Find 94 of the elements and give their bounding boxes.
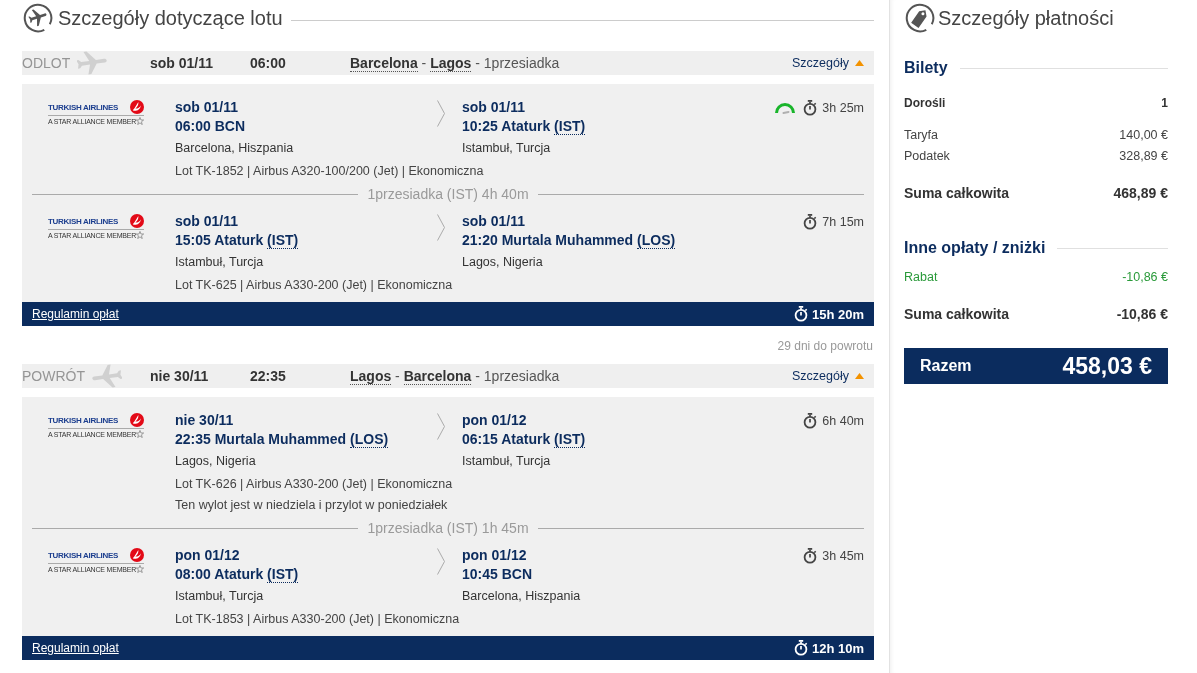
- star-icon: [136, 117, 144, 125]
- subtotal-label: Suma całkowita: [904, 184, 1010, 203]
- journey-label: POWRÓT: [22, 368, 85, 384]
- chevron-right-icon: [437, 100, 445, 127]
- journey-label: ODLOT: [22, 55, 71, 71]
- price-tag-icon: [905, 3, 935, 33]
- journey-route: Lagos - Barcelona - 1przesiadka: [350, 368, 561, 384]
- chevron-right-icon: [437, 214, 445, 241]
- grand-total-label: Razem: [920, 357, 972, 375]
- airplane-circle-icon: [23, 3, 53, 33]
- airline-name: TURKISH AIRLINES: [48, 550, 119, 560]
- fee-amount: 328,89 €: [1119, 148, 1168, 165]
- airline-emblem-icon: [130, 548, 144, 562]
- journey-date: nie 30/11: [150, 368, 210, 384]
- star-icon: [136, 565, 144, 573]
- airplane-icon: [92, 364, 122, 388]
- departure-time-airport: 08:00 Ataturk (IST): [175, 565, 300, 584]
- journey-route: Barcelona - Lagos - 1przesiadka: [350, 55, 561, 71]
- segment-duration: 3h 45m: [822, 548, 864, 563]
- stopwatch-icon: [793, 640, 808, 656]
- arrival-time-airport: 21:20 Murtala Muhammed (LOS): [462, 231, 677, 250]
- airline-name: TURKISH AIRLINES: [48, 415, 119, 425]
- journey-time: 06:00: [250, 55, 287, 71]
- fare-rules-link[interactable]: Regulamin opłat: [32, 641, 119, 655]
- airline-emblem-icon: [130, 214, 144, 228]
- section-title: Szczegóły dotyczące lotu: [58, 6, 283, 30]
- chevron-right-icon: [437, 413, 445, 440]
- discount-amount: -10,86 €: [1122, 269, 1168, 286]
- flight-info: Lot TK-1852 | Airbus A320-100/200 (Jet) | Ekonomiczna: [175, 163, 485, 180]
- departure-date: pon 01/12: [175, 546, 241, 565]
- stopwatch-icon: [793, 306, 808, 322]
- departure-date: nie 30/11: [175, 411, 235, 430]
- grand-total-amount: 458,03 €: [1062, 352, 1152, 380]
- layover-info: 1przesiadka (IST) 4h 40m: [366, 186, 530, 202]
- fare-rules-link[interactable]: Regulamin opłat: [32, 307, 119, 321]
- departure-time-airport: 15:05 Ataturk (IST): [175, 231, 300, 250]
- departure-time-airport: 06:00 BCN: [175, 117, 247, 136]
- arrival-city: Barcelona, Hiszpania: [462, 588, 582, 605]
- fee-label: Podatek: [904, 148, 950, 165]
- arrival-date: pon 01/12: [462, 411, 528, 430]
- arrival-time-airport: 10:25 Ataturk (IST): [462, 117, 587, 136]
- stopwatch-icon: [803, 99, 818, 116]
- section-title: Szczegóły płatności: [938, 6, 1114, 30]
- subtotal-amount: -10,86 €: [1116, 305, 1168, 324]
- stopwatch-icon: [803, 213, 818, 230]
- departure-city: Istambuł, Turcja: [175, 254, 265, 271]
- star-icon: [136, 430, 144, 438]
- arrival-time-airport: 10:45 BCN: [462, 565, 534, 584]
- segment-duration: 7h 15m: [822, 214, 864, 229]
- flight-info: Lot TK-625 | Airbus A330-200 (Jet) | Ekonomiczna: [175, 277, 454, 294]
- total-duration: 15h 20m: [811, 306, 864, 322]
- star-icon: [136, 231, 144, 239]
- arrival-city: Lagos, Nigeria: [462, 254, 544, 271]
- departure-time-airport: 22:35 Murtala Muhammed (LOS): [175, 430, 390, 449]
- airline-name: TURKISH AIRLINES: [48, 216, 119, 226]
- arrival-city: Istambuł, Turcja: [462, 140, 552, 157]
- discount-label: Rabat: [904, 269, 938, 286]
- schedule-note: Ten wylot jest w niedziela i przylot w poniedziałek: [175, 497, 449, 514]
- subtotal-label: Suma całkowita: [904, 305, 1010, 324]
- stopwatch-icon: [803, 412, 818, 429]
- fee-amount: 140,00 €: [1119, 127, 1168, 144]
- details-link[interactable]: Szczegóły: [792, 56, 864, 70]
- departure-date: sob 01/11: [175, 212, 240, 231]
- layover-info: 1przesiadka (IST) 1h 45m: [366, 520, 530, 536]
- flight-info: Lot TK-1853 | Airbus A330-200 (Jet) | Ekonomiczna: [175, 611, 461, 628]
- total-duration: 12h 10m: [811, 640, 864, 656]
- airline-name: TURKISH AIRLINES: [48, 102, 119, 112]
- journey-date: sob 01/11: [150, 55, 215, 71]
- arrival-date: sob 01/11: [462, 212, 527, 231]
- passenger-type-label: Dorośli: [904, 95, 946, 112]
- passenger-count: 1: [1161, 95, 1168, 112]
- days-until-return: 29 dni do powrotu: [776, 338, 873, 354]
- stopwatch-icon: [803, 547, 818, 564]
- airline-emblem-icon: [130, 100, 144, 114]
- departure-date: sob 01/11: [175, 98, 240, 117]
- arrival-date: sob 01/11: [462, 98, 527, 117]
- arrival-time-airport: 06:15 Ataturk (IST): [462, 430, 587, 449]
- section-heading: Inne opłaty / zniżki: [904, 238, 1046, 258]
- departure-city: Istambuł, Turcja: [175, 588, 265, 605]
- arrival-date: pon 01/12: [462, 546, 528, 565]
- segment-duration: 3h 25m: [822, 100, 864, 115]
- airplane-icon: [77, 51, 108, 75]
- arrival-city: Istambuł, Turcja: [462, 453, 552, 470]
- segment-duration: 6h 40m: [822, 413, 864, 428]
- chevron-right-icon: [437, 548, 445, 575]
- airline-emblem-icon: [130, 413, 144, 427]
- departure-city: Lagos, Nigeria: [175, 453, 257, 470]
- fee-label: Taryfa: [904, 127, 939, 144]
- section-heading: Bilety: [904, 58, 948, 78]
- subtotal-amount: 468,89 €: [1113, 184, 1168, 203]
- flight-info: Lot TK-626 | Airbus A330-200 (Jet) | Ekonomiczna: [175, 476, 454, 493]
- departure-city: Barcelona, Hiszpania: [175, 140, 295, 157]
- details-link[interactable]: Szczegóły: [792, 369, 864, 383]
- journey-time: 22:35: [250, 368, 287, 384]
